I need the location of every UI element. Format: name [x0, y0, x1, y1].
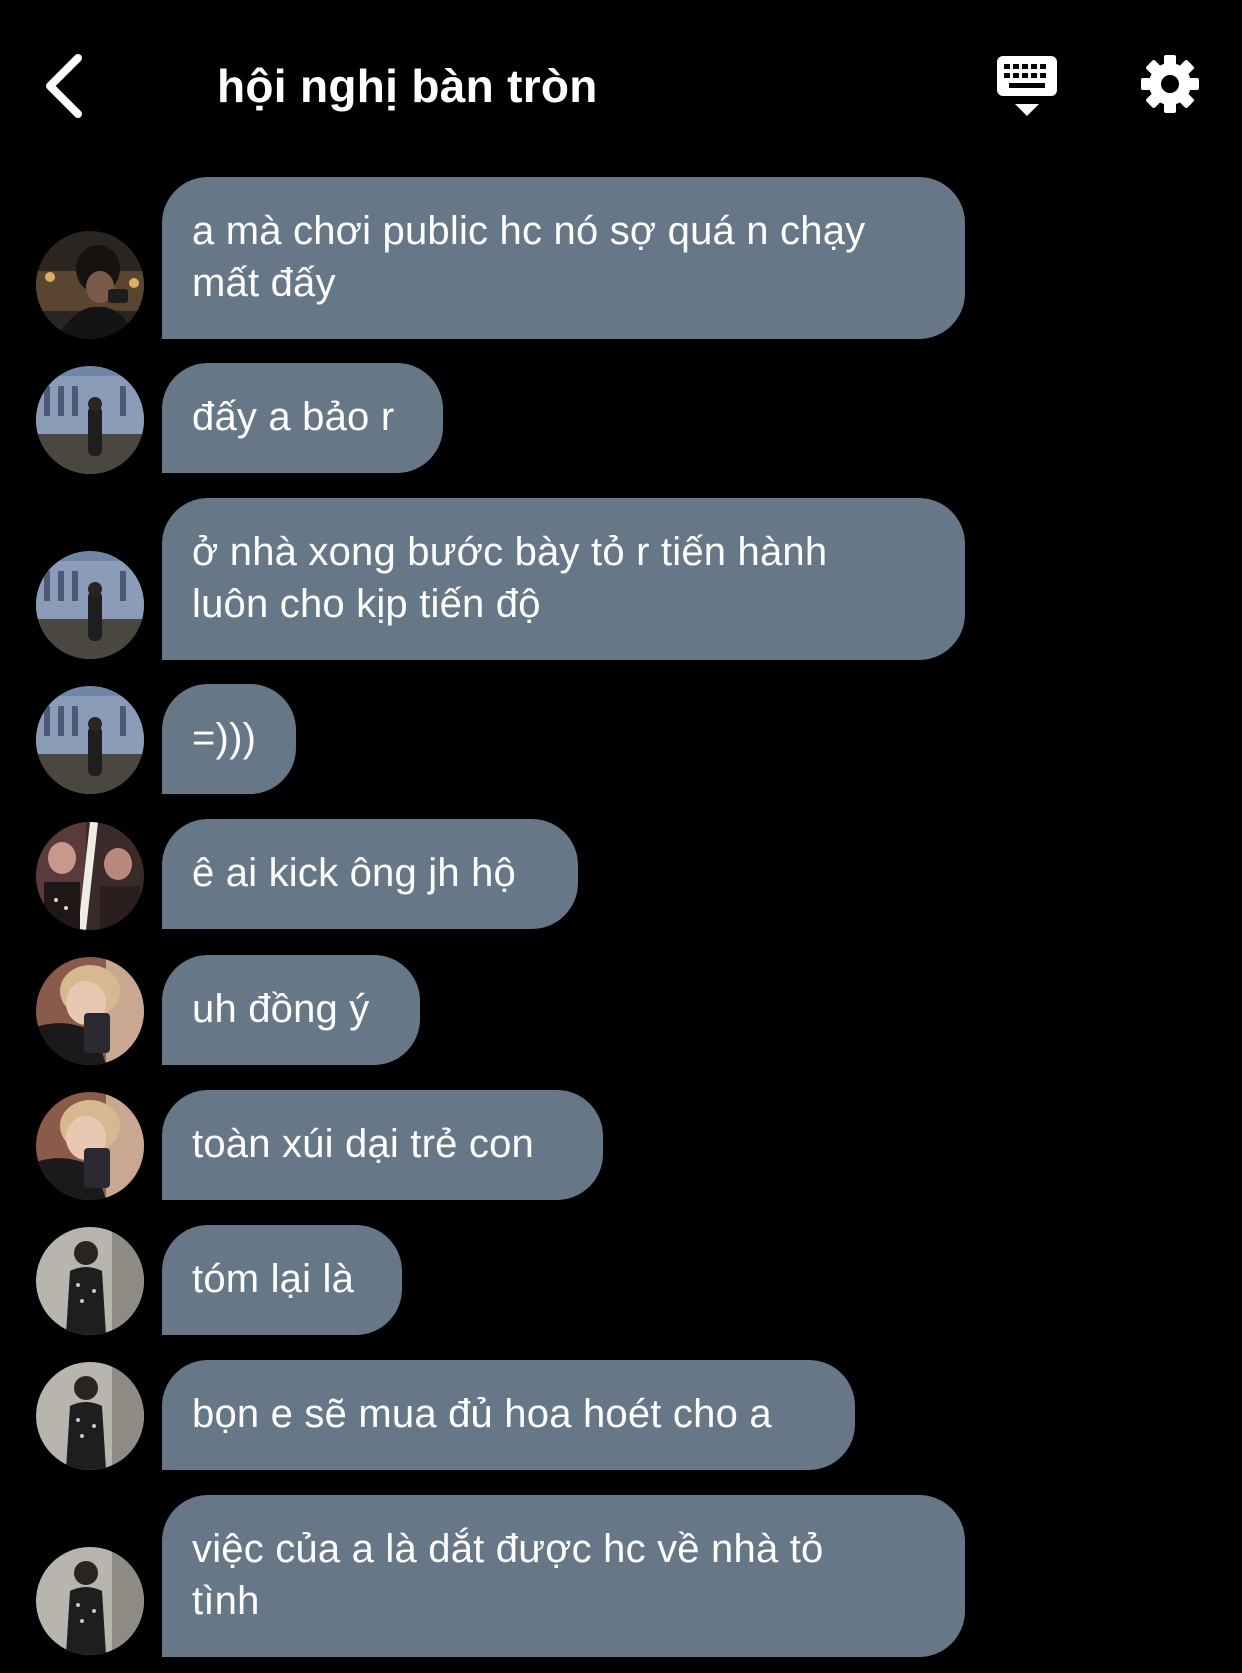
- avatar[interactable]: [36, 1362, 144, 1470]
- avatar[interactable]: [36, 1092, 144, 1200]
- avatar[interactable]: [36, 1547, 144, 1655]
- message-bubble[interactable]: việc của a là dắt được hc về nhà tỏ tình: [162, 1495, 965, 1657]
- avatar[interactable]: [36, 551, 144, 659]
- avatar[interactable]: [36, 366, 144, 474]
- avatar[interactable]: [36, 822, 144, 930]
- avatar[interactable]: [36, 686, 144, 794]
- message-bubble[interactable]: =))): [162, 684, 296, 794]
- message-bubble[interactable]: ở nhà xong bước bày tỏ r tiến hành luôn …: [162, 498, 965, 660]
- message-bubble[interactable]: tóm lại là: [162, 1225, 402, 1335]
- message-list: a mà chơi public hc nó sợ quá n chạy mất…: [0, 0, 1242, 1673]
- message-bubble[interactable]: a mà chơi public hc nó sợ quá n chạy mất…: [162, 177, 965, 339]
- avatar[interactable]: [36, 231, 144, 339]
- message-bubble[interactable]: uh đồng ý: [162, 955, 420, 1065]
- avatar[interactable]: [36, 1227, 144, 1335]
- message-bubble[interactable]: bọn e sẽ mua đủ hoa hoét cho a: [162, 1360, 855, 1470]
- avatar[interactable]: [36, 957, 144, 1065]
- message-bubble[interactable]: ê ai kick ông jh hộ: [162, 819, 578, 929]
- message-bubble[interactable]: đấy a bảo r: [162, 363, 443, 473]
- message-bubble[interactable]: toàn xúi dại trẻ con: [162, 1090, 603, 1200]
